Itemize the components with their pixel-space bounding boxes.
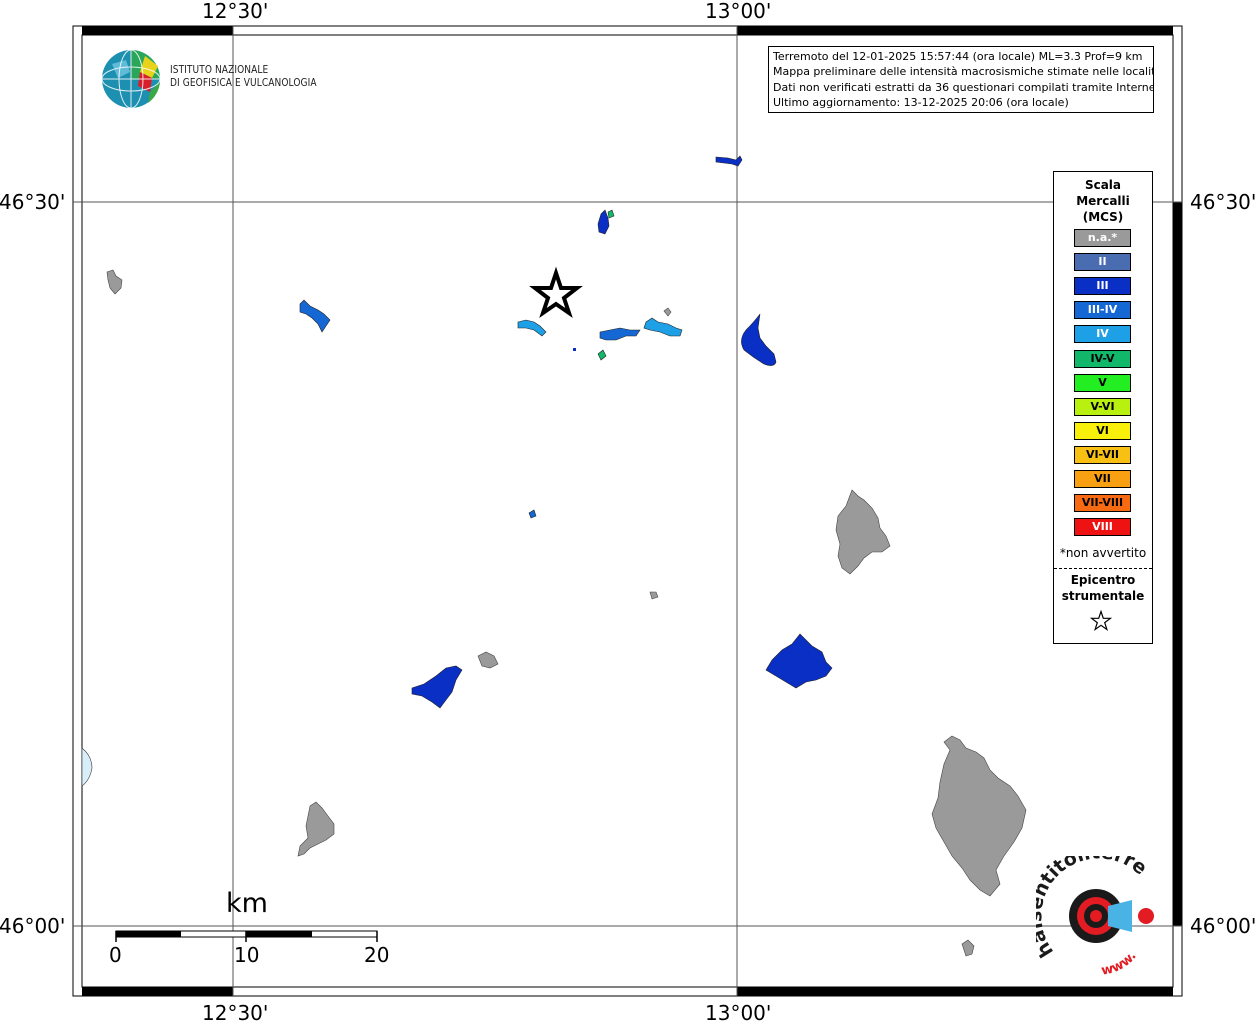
ingv-globe-icon: [101, 49, 161, 109]
legend-swatch: III: [1074, 277, 1131, 296]
legend-swatch: VII-VIII: [1074, 494, 1131, 513]
legend-swatch: IV-V: [1074, 349, 1131, 368]
epicenter-star-icon: [1090, 610, 1112, 632]
legend-swatch: VI: [1074, 421, 1131, 440]
ingv-logo-line: DI GEOFISICA E VULCANOLOGIA: [170, 77, 317, 89]
right-border-segment: [1173, 202, 1182, 926]
legend-swatch: IV: [1074, 325, 1131, 344]
legend-swatch: VII: [1074, 470, 1131, 488]
scale-bar-label: 10: [234, 943, 260, 967]
event-info-box: Terremoto del 12-01-2025 15:57:44 (ora l…: [768, 46, 1154, 114]
top-border-segment: [82, 26, 233, 35]
legend-title-line: Mercalli: [1076, 194, 1130, 208]
ingv-logo-line: ISTITUTO NAZIONALE: [170, 64, 269, 76]
scale-bar-segment: [246, 931, 312, 937]
legend-divider: [1054, 568, 1152, 569]
left-latitude-label: 46°30': [0, 190, 66, 214]
legend-epicenter-line: Epicentro: [1070, 573, 1136, 587]
legend-note: *non avvertito: [1059, 546, 1147, 560]
legend-swatch: VI-VII: [1074, 445, 1131, 464]
bottom-border-segment: [82, 987, 233, 996]
legend-epicenter-line: strumentale: [1061, 589, 1145, 603]
legend-title-line: (MCS): [1082, 210, 1124, 224]
scale-bar-label: 20: [364, 943, 390, 967]
right-latitude-label: 46°00': [1190, 914, 1255, 938]
scale-bar-title: km: [226, 888, 268, 919]
top-longitude-label: 13°00': [705, 0, 772, 23]
locality-iii: [573, 348, 576, 351]
event-info-line: Ultimo aggiornamento: 13-12-2025 20:06 (…: [773, 95, 1069, 109]
event-info-line: Terremoto del 12-01-2025 15:57:44 (ora l…: [773, 50, 1143, 63]
ingv-logo: ISTITUTO NAZIONALE DI GEOFISICA E VULCAN…: [100, 48, 330, 110]
watermark-prefix: www.: [1100, 949, 1140, 976]
left-latitude-label: 46°00': [0, 914, 66, 938]
right-latitude-label: 46°30': [1190, 190, 1255, 214]
legend-swatch: n.a.*: [1074, 229, 1131, 247]
legend-title-line: Scala: [1084, 178, 1122, 192]
legend-swatch: II: [1074, 253, 1131, 272]
legend-swatch: VIII: [1074, 518, 1131, 537]
bottom-longitude-label: 12°30': [202, 1001, 269, 1025]
haisentitoilterremoto-logo: haisentitoilterremoto.it www.: [1036, 856, 1154, 976]
intensity-legend: Scala Mercalli (MCS) n.a.* II III III-IV IV I…: [1053, 171, 1153, 644]
bottom-longitude-label: 13°00': [705, 1001, 772, 1025]
legend-title: Scala Mercalli (MCS): [1054, 177, 1152, 225]
scale-bar-segment: [116, 931, 181, 937]
legend-swatch: V-VI: [1074, 397, 1131, 416]
legend-swatch: III-IV: [1074, 301, 1131, 320]
top-longitude-label: 12°30': [202, 0, 269, 23]
ingv-logo-text: ISTITUTO NAZIONALE DI GEOFISICA E VULCAN…: [170, 64, 317, 90]
map-frame: [72, 25, 1183, 997]
scale-bar-label: 0: [109, 943, 122, 967]
svg-text:www.: www.: [1100, 949, 1140, 976]
legend-epicenter-label: Epicentro strumentale: [1054, 572, 1152, 604]
event-info-line: Dati non verificati estratti da 36 quest…: [773, 80, 1154, 94]
legend-swatch: V: [1074, 373, 1131, 392]
bottom-border-segment: [737, 987, 1173, 996]
top-border-segment: [737, 26, 1173, 35]
event-info-line: Mappa preliminare delle intensità macros…: [773, 65, 1154, 79]
